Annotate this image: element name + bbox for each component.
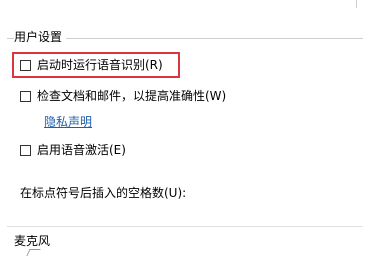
top-divider [356,0,357,8]
review-docs-label: 检查文档和邮件，以提高准确性(W) [37,89,227,103]
voice-activation-checkbox[interactable] [20,144,31,156]
review-docs-option[interactable]: 检查文档和邮件，以提高准确性(W) [20,89,226,103]
startup-label: 启动时运行语音识别(R) [37,58,163,72]
voice-activation-label: 启用语音激活(E) [37,143,126,157]
review-docs-checkbox[interactable] [20,90,31,102]
microphone-title: 麦克风 [14,234,51,248]
top-strip [0,0,374,16]
spaces-after-punctuation-label: 在标点符号后插入的空格数(U): [20,186,187,200]
startup-option[interactable]: 启动时运行语音识别(R) [20,58,163,72]
privacy-statement-link[interactable]: 隐私声明 [44,115,92,129]
startup-checkbox[interactable] [20,59,31,71]
user-settings-title: 用户设置 [14,30,67,44]
voice-activation-option[interactable]: 启用语音激活(E) [20,143,126,157]
section-separator [7,226,363,227]
